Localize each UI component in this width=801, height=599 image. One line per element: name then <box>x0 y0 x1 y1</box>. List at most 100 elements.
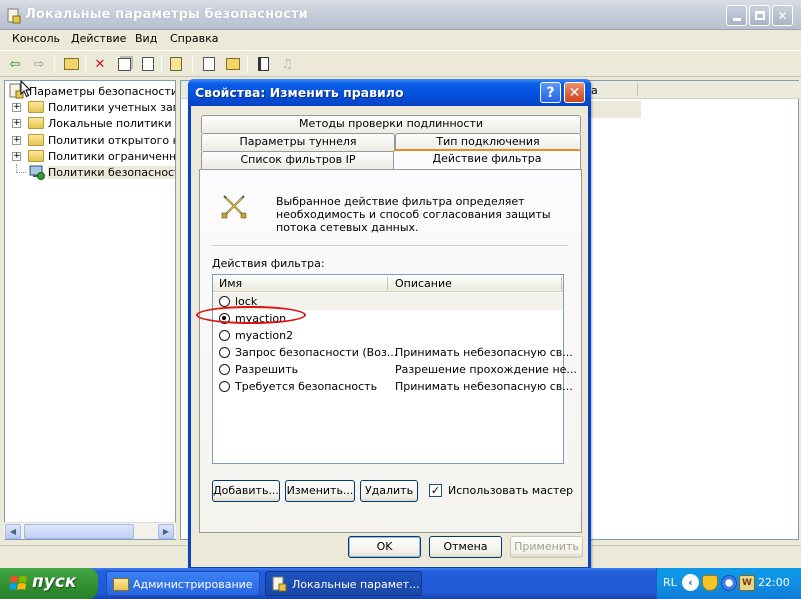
list-item[interactable]: Запрос безопасности (Воз... Принимать не… <box>213 344 573 361</box>
tree-item-account-policies[interactable]: + Политики учетных запис <box>12 99 175 115</box>
tab-ip-filter-list[interactable]: Список фильтров IP <box>201 151 395 169</box>
tree-item-label: Политики учетных запис <box>48 101 175 114</box>
tree-horizontal-scrollbar[interactable]: ◀ ▶ <box>4 522 176 539</box>
language-indicator[interactable]: RL <box>663 576 677 589</box>
expand-icon[interactable]: + <box>12 119 21 128</box>
taskbar: пуск Администрирование Локальные парамет… <box>0 568 801 599</box>
winrar-icon[interactable]: W <box>739 575 755 591</box>
tree-item-label: Политики безопасности I <box>48 166 175 179</box>
tree-item-label: Политики открытого клю <box>48 134 175 147</box>
filter-action-icon <box>221 195 247 219</box>
expand-icon[interactable]: + <box>12 136 21 145</box>
list-header: Имя Описание <box>213 275 563 292</box>
filter-action-desc: Принимать небезопасную св... <box>395 380 573 393</box>
apply-button[interactable]: Применить <box>510 536 583 558</box>
tree-item-restriction-policies[interactable]: + Политики ограниченного <box>12 148 176 164</box>
radio-button[interactable] <box>219 330 230 341</box>
start-button[interactable]: пуск <box>0 568 98 599</box>
delete-icon[interactable]: ✕ <box>91 55 109 73</box>
export-list-icon[interactable] <box>224 55 242 73</box>
scroll-left-icon[interactable]: ◀ <box>5 524 21 539</box>
refresh-icon[interactable] <box>139 55 157 73</box>
radio-button[interactable] <box>219 381 230 392</box>
list-icon[interactable] <box>200 55 218 73</box>
question-icon: ? <box>546 84 555 101</box>
cancel-button[interactable]: Отмена <box>429 536 502 558</box>
main-titlebar[interactable]: Локальные параметры безопасности ✕ <box>0 0 801 30</box>
menu-view[interactable]: Вид <box>135 32 157 45</box>
export-policy-icon[interactable]: ♫ <box>278 55 296 73</box>
folder-icon <box>28 150 44 162</box>
taskbar-item-local-security[interactable]: Локальные парамет... <box>265 571 422 596</box>
up-folder-icon[interactable] <box>62 55 80 73</box>
filter-action-name: Разрешить <box>235 363 299 376</box>
edit-button[interactable]: Изменить... <box>285 480 355 502</box>
folder-tools-icon <box>113 578 129 591</box>
menubar: Консоль Действие Вид Справка <box>0 30 801 49</box>
folder-icon <box>28 134 44 146</box>
delete-button[interactable]: Удалить <box>360 480 418 502</box>
minimize-button[interactable] <box>726 5 747 26</box>
security-center-icon[interactable] <box>702 575 718 591</box>
network-icon[interactable] <box>721 575 737 591</box>
taskbar-item-label: Администрирование <box>133 578 253 591</box>
folder-lock-icon <box>28 101 44 113</box>
details-selected-row[interactable] <box>586 101 641 118</box>
help-book-icon[interactable] <box>167 55 185 73</box>
security-settings-icon <box>272 576 287 592</box>
column-description[interactable]: Описание <box>395 277 452 290</box>
folder-lock-icon <box>28 117 44 129</box>
main-window-title: Локальные параметры безопасности <box>25 7 308 22</box>
main-close-button[interactable]: ✕ <box>772 5 793 26</box>
toolbar: ⇦ ⇨ ✕ ♫ <box>0 50 801 77</box>
expand-icon[interactable]: + <box>12 103 21 112</box>
close-icon: ✕ <box>568 84 581 101</box>
taskbar-item-administration[interactable]: Администрирование <box>106 571 260 596</box>
show-hidden-icons-icon[interactable]: ‹ <box>682 574 699 591</box>
minimize-icon <box>732 18 741 21</box>
help-button[interactable]: ? <box>540 82 561 103</box>
tree-item-public-key-policies[interactable]: + Политики открытого клю <box>12 132 175 148</box>
radio-button[interactable] <box>219 296 230 307</box>
filter-actions-list[interactable]: Имя Описание lock myaction myaction2 Зап… <box>196 274 577 464</box>
list-item[interactable]: Требуется безопасность Принимать небезоп… <box>213 378 573 395</box>
tree-item-local-policies[interactable]: + Локальные политики <box>12 115 175 131</box>
clock[interactable]: 22:00 <box>758 576 790 589</box>
tab-tunnel-settings[interactable]: Параметры туннеля <box>201 133 395 151</box>
list-item[interactable]: Разрешить Разрешение прохождение не... <box>213 361 577 378</box>
use-wizard-label[interactable]: Использовать мастер <box>448 484 573 497</box>
menu-help[interactable]: Справка <box>170 32 218 45</box>
menu-action[interactable]: Действие <box>71 32 126 45</box>
list-item[interactable]: myaction2 <box>213 327 563 344</box>
use-wizard-checkbox[interactable]: ✓ <box>429 484 442 497</box>
expand-icon[interactable]: + <box>12 152 21 161</box>
dialog-close-button[interactable]: ✕ <box>564 82 585 103</box>
maximize-button[interactable] <box>749 5 770 26</box>
tab-auth-methods[interactable]: Методы проверки подлинности <box>201 115 581 133</box>
properties-icon[interactable] <box>115 55 133 73</box>
tree-item-ip-security-policies[interactable]: Политики безопасности I <box>12 164 175 180</box>
maximize-icon <box>754 11 765 20</box>
details-header-col: а <box>591 84 598 97</box>
highlight-oval <box>196 306 306 324</box>
menu-console[interactable]: Консоль <box>12 32 60 45</box>
tree-item-label: Политики ограниченного <box>48 150 176 163</box>
back-icon[interactable]: ⇦ <box>6 55 24 73</box>
radio-button[interactable] <box>219 347 230 358</box>
ok-button[interactable]: OK <box>348 536 421 558</box>
scroll-thumb[interactable] <box>24 524 134 539</box>
dialog-titlebar[interactable]: Свойства: Изменить правило ? ✕ <box>188 79 591 106</box>
column-name[interactable]: Имя <box>219 277 242 290</box>
filter-action-name: myaction2 <box>235 329 294 342</box>
filter-action-description: Выбранное действие фильтра определяет не… <box>276 195 551 234</box>
dialog-title: Свойства: Изменить правило <box>195 85 404 100</box>
divider <box>212 245 568 247</box>
scroll-right-icon[interactable]: ▶ <box>158 524 174 539</box>
forward-icon[interactable]: ⇨ <box>30 55 48 73</box>
tree-root-label: Параметры безопасности <box>29 85 176 98</box>
tree-item-label: Локальные политики <box>48 117 172 130</box>
radio-button[interactable] <box>219 364 230 375</box>
import-policy-icon[interactable] <box>254 55 272 73</box>
tab-filter-action[interactable]: Действие фильтра <box>393 149 581 169</box>
add-button[interactable]: Добавить... <box>212 480 280 502</box>
